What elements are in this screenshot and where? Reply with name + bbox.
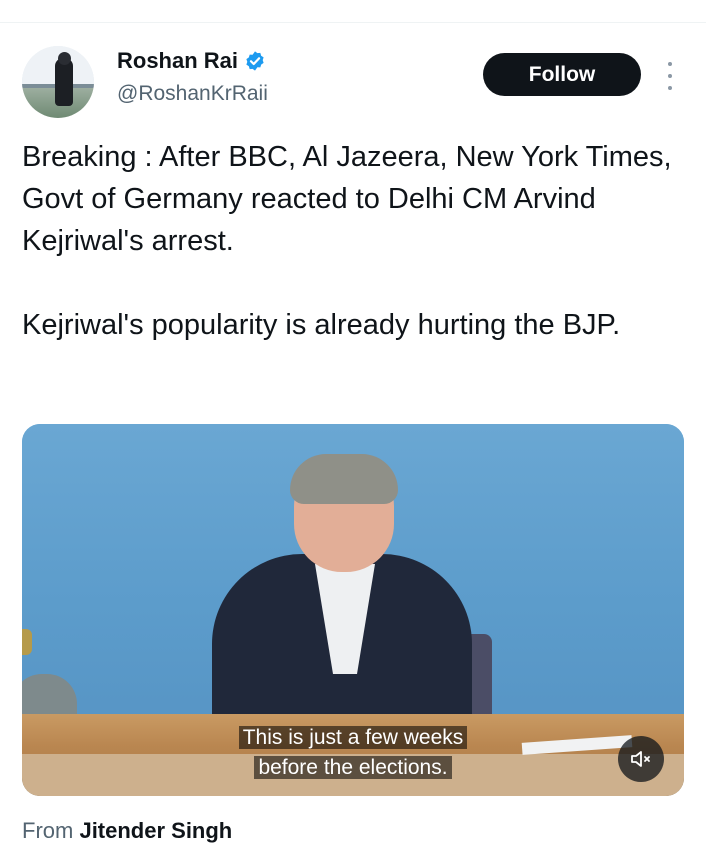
top-divider xyxy=(0,22,706,23)
author-name-row[interactable]: Roshan Rai xyxy=(117,48,266,74)
source-name[interactable]: Jitender Singh xyxy=(79,818,232,843)
tweet-text: Breaking : After BBC, Al Jazeera, New Yo… xyxy=(22,141,672,341)
follow-button[interactable]: Follow xyxy=(483,53,641,96)
avatar[interactable] xyxy=(22,46,94,118)
speaker-icon xyxy=(631,751,650,767)
video-subtitle-line2: before the elections. xyxy=(22,754,684,782)
verified-badge-icon xyxy=(246,51,264,71)
more-dot xyxy=(668,86,672,90)
more-options-icon[interactable] xyxy=(660,62,680,90)
author-handle[interactable]: @RoshanKrRaii xyxy=(117,82,268,106)
video-source-attribution: From Jitender Singh xyxy=(22,818,232,844)
subtitle-text-2: before the elections. xyxy=(254,756,452,779)
more-dot xyxy=(668,62,672,66)
video-left-badge xyxy=(22,629,32,655)
video-subtitle-line1: This is just a few weeks xyxy=(22,724,684,752)
video-speaker-hair xyxy=(290,454,398,504)
source-prefix: From xyxy=(22,818,74,843)
more-dot xyxy=(668,74,672,78)
volume-muted-icon[interactable] xyxy=(618,736,664,782)
avatar-figure xyxy=(55,58,73,106)
tweet-video[interactable]: This is just a few weeks before the elec… xyxy=(22,424,684,796)
avatar-head xyxy=(58,52,71,65)
subtitle-text-1: This is just a few weeks xyxy=(238,726,468,749)
author-name[interactable]: Roshan Rai xyxy=(117,48,238,74)
